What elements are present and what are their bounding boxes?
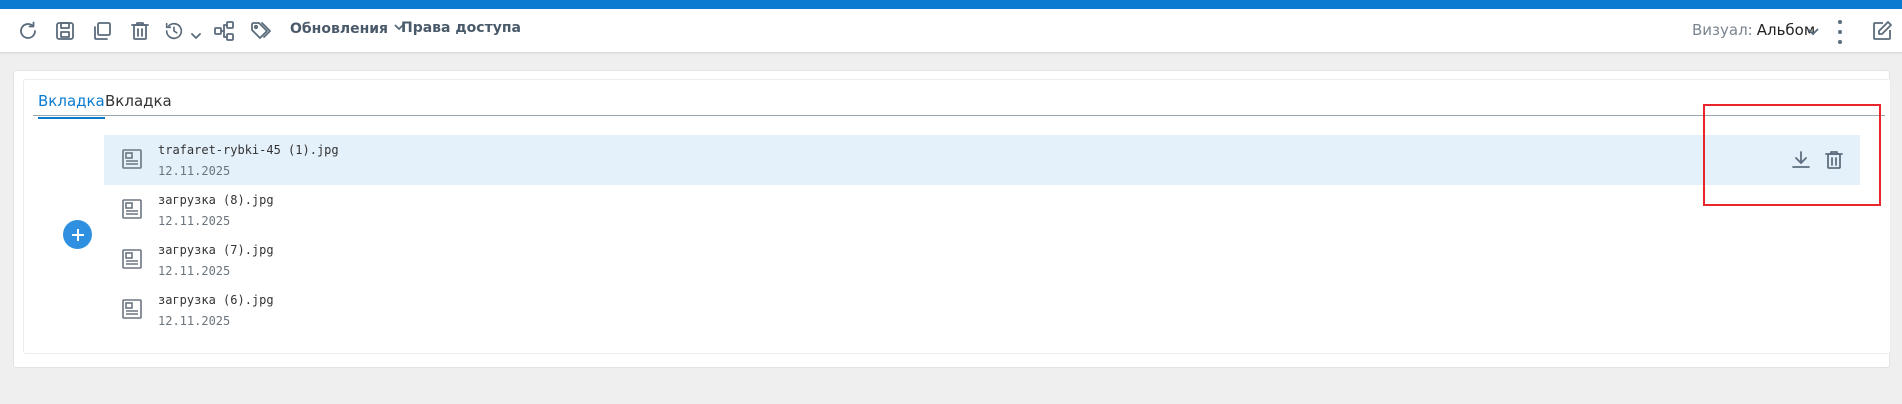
tags-icon[interactable] (247, 18, 275, 44)
file-row[interactable]: загрузка (8).jpg 12.11.2025 (104, 185, 1860, 235)
access-rights-link[interactable]: Права доступа (401, 20, 521, 36)
chevron-down-icon[interactable] (1806, 23, 1820, 37)
file-date: 12.11.2025 (158, 214, 231, 228)
file-name[interactable]: trafaret-rybki-45 (1).jpg (158, 143, 339, 157)
updates-menu[interactable]: Обновления (290, 20, 404, 37)
add-file-button[interactable] (63, 220, 92, 249)
tab-bar: Вкладка Вкладка (33, 88, 1885, 119)
file-name[interactable]: загрузка (6).jpg (158, 293, 274, 307)
image-file-icon (121, 148, 143, 170)
file-row[interactable]: загрузка (7).jpg 12.11.2025 (104, 235, 1860, 285)
top-accent-bar (0, 0, 1902, 9)
plus-icon (71, 228, 84, 241)
visual-label: Визуал: (1692, 21, 1753, 39)
chevron-down-icon (191, 26, 201, 39)
copy-icon[interactable] (88, 18, 116, 44)
trash-icon[interactable] (126, 18, 154, 44)
file-row[interactable]: trafaret-rybki-45 (1).jpg 12.11.2025 (104, 135, 1860, 185)
history-icon[interactable] (163, 18, 201, 44)
visual-selector[interactable]: Визуал: Альбом (1692, 21, 1815, 39)
refresh-icon[interactable] (14, 18, 42, 44)
edit-icon[interactable] (1870, 19, 1894, 43)
file-date: 12.11.2025 (158, 264, 231, 278)
updates-label: Обновления (290, 21, 389, 37)
save-icon[interactable] (51, 18, 79, 44)
image-file-icon (121, 298, 143, 320)
file-name[interactable]: загрузка (8).jpg (158, 193, 274, 207)
file-date: 12.11.2025 (158, 164, 231, 178)
file-name[interactable]: загрузка (7).jpg (158, 243, 274, 257)
highlight-annotation-box (1703, 104, 1881, 206)
image-file-icon (121, 248, 143, 270)
share-tree-icon[interactable] (210, 18, 238, 44)
file-row[interactable]: загрузка (6).jpg 12.11.2025 (104, 285, 1860, 335)
tab-first[interactable]: Вкладка (38, 92, 105, 119)
file-date: 12.11.2025 (158, 314, 231, 328)
image-file-icon (121, 198, 143, 220)
toolbar: Обновления Права доступа Визуал: Альбом (0, 9, 1902, 53)
more-menu-icon[interactable] (1836, 20, 1844, 44)
tab-second[interactable]: Вкладка (105, 92, 172, 110)
